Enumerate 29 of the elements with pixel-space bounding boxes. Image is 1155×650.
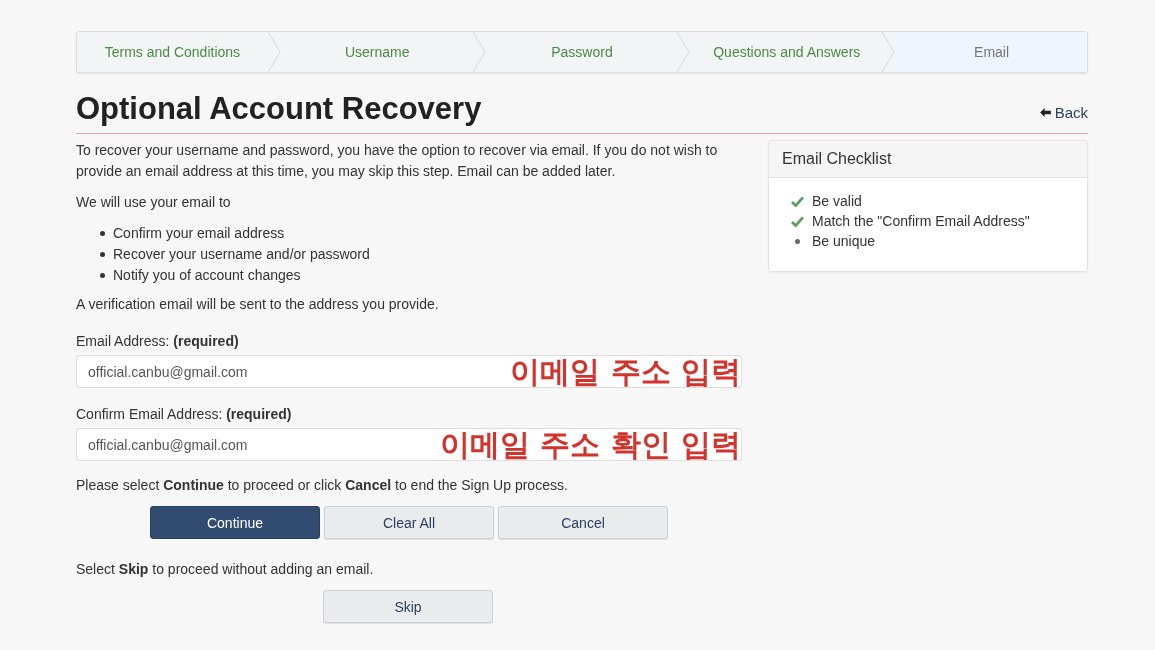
arrow-left-icon (1039, 108, 1051, 117)
checklist-title: Email Checklist (769, 141, 1087, 178)
intro-text: To recover your username and password, you have the option to recover via email. If you do not wish to provide an email address at this time, you may skip this step. Email can be added later. (76, 141, 719, 181)
step-tab[interactable]: Email (896, 32, 1087, 72)
skip-button[interactable]: Skip (323, 590, 493, 623)
list-item: Notify you of account changes (113, 266, 301, 285)
action-button[interactable]: Clear All (324, 506, 494, 539)
instruction-text: Please select Continue to proceed or click Cancel to end the Sign Up process. (76, 476, 569, 495)
checklist-item: Be unique (812, 232, 876, 251)
step-tab[interactable]: Username (281, 32, 473, 72)
back-link[interactable]: Back (1039, 104, 1088, 121)
field-label: Email Address: (required) (76, 333, 240, 349)
checklist-item: Be valid (812, 192, 862, 211)
page-title: Optional Account Recovery (76, 91, 482, 127)
verification-note: A verification email will be sent to the address you provide. (76, 295, 440, 314)
checklist-item: Match the "Confirm Email Address" (812, 212, 1030, 231)
bullet-icon (100, 252, 105, 257)
uses-heading: We will use your email to (76, 193, 232, 212)
step-tab[interactable]: Password (486, 32, 678, 72)
action-button[interactable]: Continue (150, 506, 320, 539)
skip-text: Select Skip to proceed without adding an email. (76, 560, 375, 579)
field-label: Confirm Email Address: (required) (76, 406, 293, 422)
action-button[interactable]: Cancel (498, 506, 668, 539)
bullet-icon (100, 231, 105, 236)
step-tab[interactable]: Questions and Answers (691, 32, 883, 72)
step-tab[interactable]: Terms and Conditions (77, 32, 268, 72)
list-item: Confirm your email address (113, 224, 285, 243)
bullet-icon (100, 273, 105, 278)
list-item: Recover your username and/or password (113, 245, 370, 264)
